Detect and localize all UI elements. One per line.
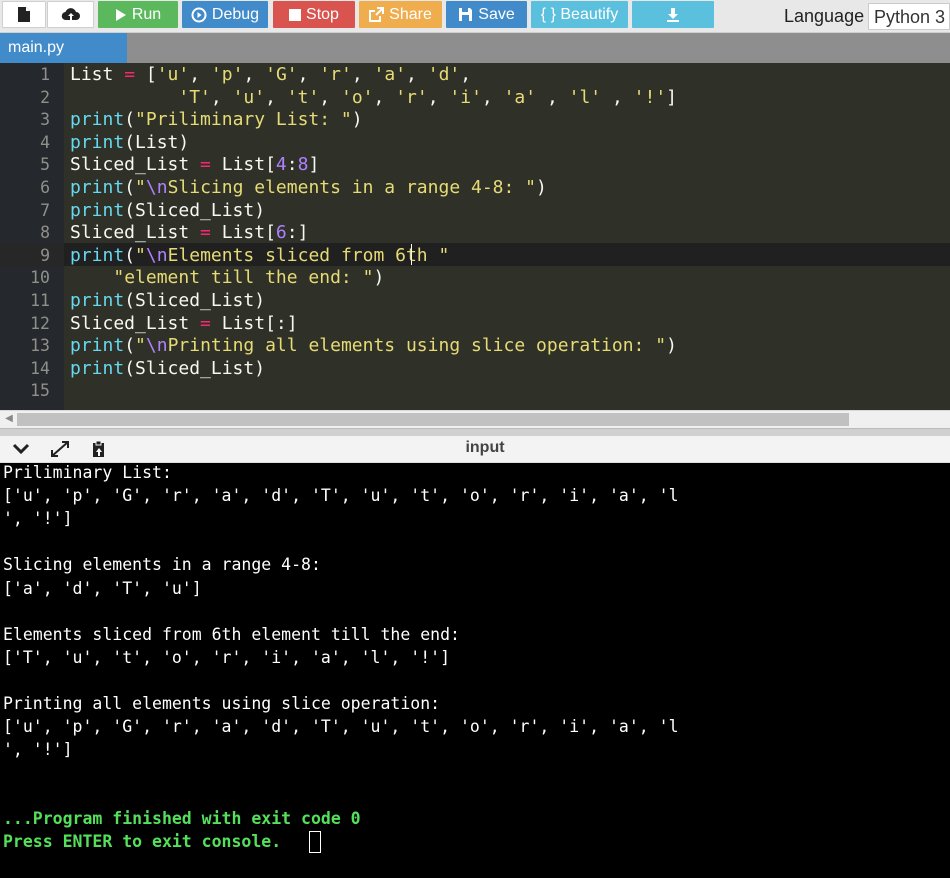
code-line: print(Sliced_List) xyxy=(70,290,266,311)
code-line: Sliced_List = List[:] xyxy=(70,312,298,334)
line-number: 10 xyxy=(30,268,50,288)
scrollbar-thumb[interactable] xyxy=(17,413,849,426)
line-number: 12 xyxy=(30,313,50,333)
code-line: 'T', 'u', 't', 'o', 'r', 'i', 'a' , 'l' … xyxy=(178,86,678,108)
download-button[interactable] xyxy=(632,1,714,28)
code-line: print(Sliced_List) xyxy=(70,199,266,221)
debug-label: Debug xyxy=(211,5,260,23)
save-button[interactable]: Save xyxy=(446,1,527,28)
console-caret xyxy=(309,831,321,853)
code-editor[interactable]: 1 2 3 4 5 6 7 8 9 10 11 12 13 14 15 List = ['u', 'p', … xyxy=(0,63,950,410)
console-line: ', '!'] xyxy=(3,740,73,760)
tab-main-py[interactable]: main.py xyxy=(0,33,127,63)
io-header: input xyxy=(0,436,950,463)
console-line: ['a', 'd', 'T', 'u'] xyxy=(3,578,202,598)
line-number: 4 xyxy=(40,132,50,152)
new-file-button[interactable] xyxy=(2,1,46,28)
code-line: print(List) xyxy=(70,131,190,153)
scroll-left-arrow-icon[interactable]: ◀ xyxy=(2,413,16,426)
stop-label: Stop xyxy=(306,5,339,23)
line-number: 5 xyxy=(40,155,50,175)
stop-icon xyxy=(289,8,302,21)
run-label: Run xyxy=(131,5,162,23)
code-line: print(Sliced_List) xyxy=(70,357,266,379)
tab-bar: main.py xyxy=(0,33,950,63)
beautify-label: { } Beautify xyxy=(540,5,619,23)
line-number: 1 xyxy=(40,65,50,84)
share-icon xyxy=(369,7,385,22)
stop-button[interactable]: Stop xyxy=(273,1,355,28)
output-console[interactable]: Priliminary List: ['u', 'p', 'G', 'r', 'a… xyxy=(0,463,950,878)
code-line: "element till the end: ") xyxy=(113,267,385,289)
beautify-button[interactable]: { } Beautify xyxy=(531,1,628,28)
code-line: List = ['u', 'p', 'G', 'r', 'a', 'd', xyxy=(70,64,472,85)
console-line: Printing all elements using slice operat… xyxy=(3,694,441,713)
download-icon xyxy=(666,7,680,23)
line-number: 15 xyxy=(30,381,50,401)
language-select[interactable]: Python 3 xyxy=(868,3,950,30)
press-enter-message: Press ENTER to exit console. xyxy=(3,832,282,851)
line-number: 2 xyxy=(40,87,50,107)
line-number: 9 xyxy=(40,245,50,265)
console-line: Priliminary List: xyxy=(3,463,172,482)
code-line: Sliced_List = List[4:8] xyxy=(70,154,320,176)
code-line: print("\nSlicing elements in a range 4-8… xyxy=(70,177,547,198)
file-icon xyxy=(17,6,31,23)
language-label: Language xyxy=(784,6,865,26)
line-number: 13 xyxy=(30,336,50,356)
console-line: ['u', 'p', 'G', 'r', 'a', 'd', 'T', 'u',… xyxy=(3,717,679,737)
run-button[interactable]: Run xyxy=(98,1,178,28)
panel-splitter[interactable] xyxy=(0,428,950,436)
debug-button[interactable]: Debug xyxy=(182,1,268,28)
code-line: print("Priliminary List: ") xyxy=(70,109,363,131)
upload-button[interactable] xyxy=(47,1,94,28)
console-line: Elements sliced from 6th element till th… xyxy=(3,624,460,644)
play-icon xyxy=(115,8,127,22)
line-number: 8 xyxy=(40,223,50,243)
code-line: print("\nElements sliced from 6th " xyxy=(70,244,450,266)
share-button[interactable]: Share xyxy=(359,1,442,28)
toolbar: Run Debug Stop Share Save { } Beautify L… xyxy=(0,0,950,33)
line-number: 7 xyxy=(40,200,50,220)
line-number: 3 xyxy=(40,110,50,130)
code-line: Sliced_List = List[6:] xyxy=(70,222,309,244)
code-line: print("\nPrinting all elements using sli… xyxy=(70,335,677,357)
console-line: ', '!'] xyxy=(3,509,73,529)
horizontal-scrollbar[interactable]: ◀ xyxy=(0,410,950,428)
text-cursor xyxy=(411,244,412,265)
save-label: Save xyxy=(478,5,515,23)
console-line: ['u', 'p', 'G', 'r', 'a', 'd', 'T', 'u',… xyxy=(3,486,679,506)
exit-message: ...Program finished with exit code 0 xyxy=(3,809,361,828)
line-number: 14 xyxy=(30,358,50,378)
console-line: ['T', 'u', 't', 'o', 'r', 'i', 'a', 'l',… xyxy=(3,647,451,667)
upload-icon xyxy=(61,7,81,23)
debug-icon xyxy=(191,7,207,23)
line-number: 11 xyxy=(30,291,50,310)
console-line: Slicing elements in a range 4-8: xyxy=(3,555,321,575)
line-number: 6 xyxy=(40,178,50,197)
share-label: Share xyxy=(389,5,432,23)
save-icon xyxy=(458,7,473,22)
io-title: input xyxy=(465,439,505,456)
